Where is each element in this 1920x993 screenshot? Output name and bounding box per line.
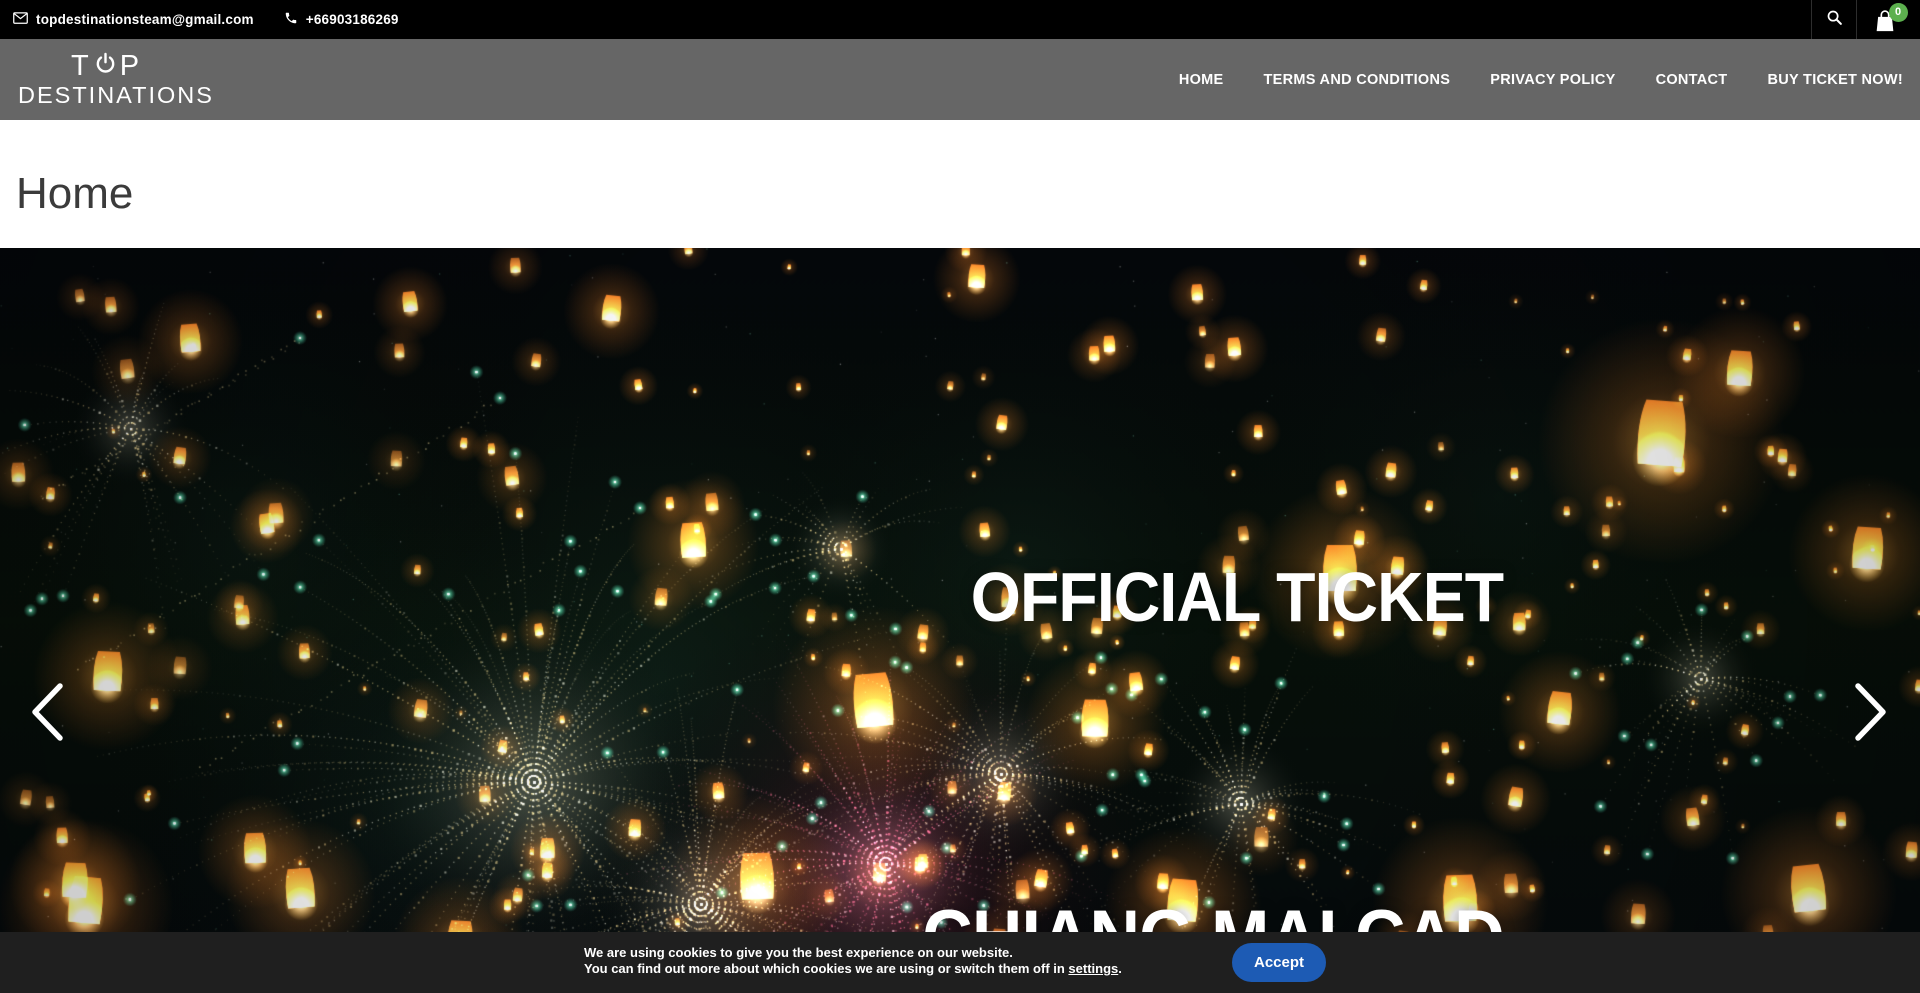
site-header: T P DESTINATIONS HOME TERMS AND CONDITIO… — [0, 39, 1920, 120]
envelope-icon — [13, 12, 28, 27]
cart-count-badge: 0 — [1889, 3, 1908, 22]
main-nav: HOME TERMS AND CONDITIONS PRIVACY POLICY… — [1179, 72, 1903, 88]
cookie-settings-link[interactable]: settings — [1068, 961, 1118, 976]
logo-letter-p: P — [120, 52, 141, 81]
topbar-phone-text: +66903186269 — [306, 12, 399, 27]
cookie-notice-bar: We are using cookies to give you the bes… — [0, 932, 1920, 993]
topbar-email-link[interactable]: topdestinationsteam@gmail.com — [13, 12, 254, 27]
cookie-line2: You can find out more about which cookie… — [584, 961, 1122, 977]
site-logo[interactable]: T P DESTINATIONS — [18, 51, 194, 108]
logo-letter-t: T — [71, 52, 91, 81]
topbar-contacts: topdestinationsteam@gmail.com +669031862… — [0, 0, 399, 39]
prev-slide-button[interactable] — [24, 682, 68, 744]
nav-item-buy-ticket[interactable]: BUY TICKET NOW! — [1767, 72, 1903, 88]
chevron-right-icon — [1852, 681, 1892, 746]
cookie-line1: We are using cookies to give you the bes… — [584, 945, 1122, 961]
hero-slide-title: OFFICIAL TICKET — [971, 557, 1503, 637]
topbar: topdestinationsteam@gmail.com +669031862… — [0, 0, 1920, 39]
topbar-tools: 0 — [1811, 0, 1920, 39]
topbar-phone-link[interactable]: +66903186269 — [284, 11, 399, 28]
page: topdestinationsteam@gmail.com +669031862… — [0, 0, 1920, 993]
phone-icon — [284, 11, 298, 28]
shopping-bag-icon: 0 — [1874, 6, 1904, 34]
logo-line2: DESTINATIONS — [18, 84, 194, 108]
chevron-left-icon — [26, 681, 66, 746]
nav-item-terms[interactable]: TERMS AND CONDITIONS — [1264, 72, 1451, 88]
hero-image — [0, 248, 1920, 993]
cookie-accept-button[interactable]: Accept — [1232, 943, 1326, 982]
hero-slider: OFFICIAL TICKET CHIANG MAI CAD — [0, 248, 1920, 993]
cookie-notice-text: We are using cookies to give you the bes… — [584, 945, 1122, 977]
search-icon — [1826, 9, 1843, 31]
cart-button[interactable]: 0 — [1856, 0, 1920, 39]
power-icon — [94, 51, 117, 81]
cookie-line2-suffix: . — [1118, 961, 1122, 976]
next-slide-button[interactable] — [1850, 682, 1894, 744]
nav-item-privacy[interactable]: PRIVACY POLICY — [1490, 72, 1615, 88]
search-button[interactable] — [1811, 0, 1856, 39]
nav-item-home[interactable]: HOME — [1179, 72, 1224, 88]
nav-item-contact[interactable]: CONTACT — [1656, 72, 1728, 88]
logo-line1: T P — [18, 51, 194, 81]
page-title-bar: Home — [0, 120, 1920, 248]
cookie-line2-prefix: You can find out more about which cookie… — [584, 961, 1068, 976]
page-title: Home — [16, 172, 133, 216]
topbar-email-text: topdestinationsteam@gmail.com — [36, 12, 254, 27]
